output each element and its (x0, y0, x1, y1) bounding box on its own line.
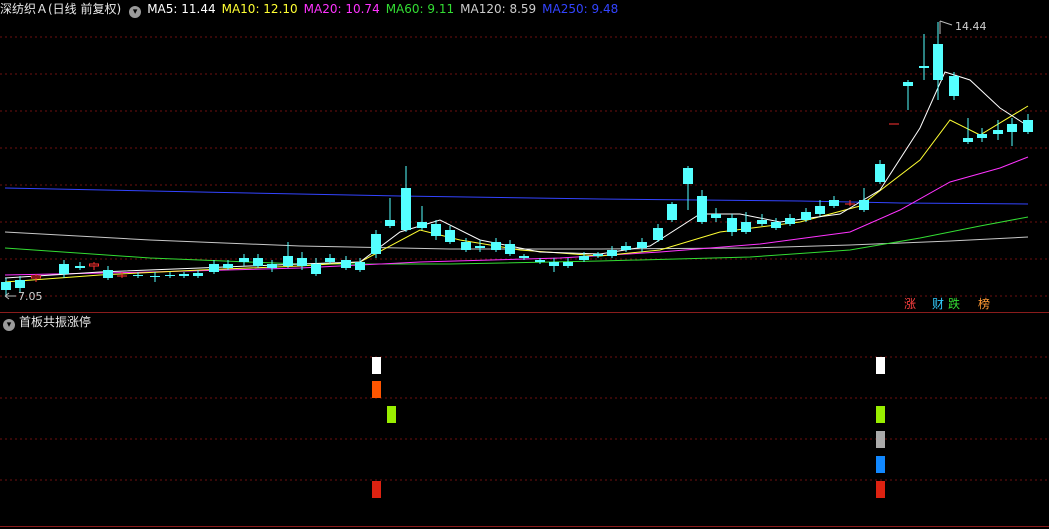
candle-body (341, 260, 351, 268)
candle-body (401, 188, 411, 230)
signal-bar (876, 431, 885, 448)
candle-body (535, 260, 545, 262)
candle-body (461, 242, 471, 250)
candle-body (475, 246, 485, 248)
low-price-label: 7.05 (18, 290, 43, 303)
signal-bar (876, 357, 885, 374)
candle-body (491, 242, 501, 250)
panel-divider (0, 312, 1049, 313)
indicator-bars (372, 357, 885, 498)
candle-body (505, 244, 515, 254)
candle-body (31, 275, 41, 279)
candle-body (963, 138, 973, 142)
candle-body (579, 256, 589, 260)
candle-body (253, 258, 263, 266)
signal-bar (372, 481, 381, 498)
candle-body (59, 264, 69, 274)
candle-body (209, 264, 219, 272)
candle-body (741, 222, 751, 232)
indicator-header: ▾ 首板共振涨停 (0, 314, 91, 331)
candle-body (933, 44, 943, 80)
signal-bar (876, 481, 885, 498)
candle-body (829, 200, 839, 206)
high-price-label: 14.44 (955, 20, 987, 33)
candle-body (165, 275, 175, 276)
candle-body (193, 273, 203, 276)
candle-body (283, 256, 293, 266)
candle-body (801, 212, 811, 220)
candle-body (993, 130, 1003, 134)
badge-finance[interactable]: 财 (930, 297, 946, 312)
candlesticks (1, 22, 1033, 295)
candle-body (903, 82, 913, 86)
candle-body (771, 222, 781, 228)
ma-line (4, 105, 1029, 283)
candle-body (267, 264, 277, 268)
candle-body (607, 250, 617, 256)
candle-body (697, 196, 707, 222)
candle-body (179, 274, 189, 276)
candle-body (785, 218, 795, 224)
candle-body (311, 264, 321, 274)
candle-body (133, 275, 143, 276)
badge-rank[interactable]: 榜 (976, 297, 992, 312)
chevron-down-icon[interactable]: ▾ (3, 319, 15, 331)
candle-body (637, 242, 647, 248)
candle-body (549, 262, 559, 266)
candle-body (431, 224, 441, 236)
ma-line (4, 71, 1029, 279)
signal-bar (876, 456, 885, 473)
candle-body (355, 262, 365, 270)
candle-body (103, 270, 113, 278)
candle-body (949, 76, 959, 96)
ma-line (4, 187, 1029, 205)
candle-body (239, 258, 249, 262)
candle-body (815, 206, 825, 214)
candle-body (653, 228, 663, 240)
candle-body (223, 264, 233, 268)
indicator-title[interactable]: 首板共振涨停 (19, 315, 91, 329)
signal-bar (372, 381, 381, 398)
signal-bar (876, 406, 885, 423)
candle-body (89, 263, 99, 267)
candle-body (371, 234, 381, 254)
candle-body (445, 230, 455, 242)
candle-body (859, 200, 869, 210)
high-marker (939, 20, 953, 34)
candle-body (1023, 120, 1033, 132)
candle-body (297, 258, 307, 266)
candle-body (667, 204, 677, 220)
candle-body (621, 246, 631, 250)
badge-rise[interactable]: 涨 (902, 297, 918, 312)
candle-body (1, 282, 11, 290)
ma-line (4, 231, 1029, 250)
candle-body (727, 218, 737, 232)
candle-body (1007, 124, 1017, 132)
candle-body (875, 164, 885, 182)
candle-body (977, 134, 987, 138)
candle-body (563, 262, 573, 266)
candle-body (75, 266, 85, 268)
candle-body (417, 222, 427, 228)
badge-fall[interactable]: 跌 (946, 297, 962, 312)
signal-bar (387, 406, 396, 423)
candle-body (385, 220, 395, 226)
candle-body (325, 258, 335, 262)
candle-body (150, 276, 160, 277)
bottom-divider (0, 526, 1049, 527)
candle-body (711, 214, 721, 218)
kline-chart[interactable]: 14.44 7.05 (0, 0, 1049, 529)
candle-body (757, 220, 767, 224)
signal-bar (372, 357, 381, 374)
low-marker (4, 292, 16, 300)
candle-body (519, 256, 529, 258)
candle-body (683, 168, 693, 184)
candle-body (15, 280, 25, 288)
candle-body (919, 66, 929, 68)
moving-average-lines (4, 71, 1029, 283)
ma-line (4, 156, 1029, 276)
candle-body (593, 254, 603, 256)
